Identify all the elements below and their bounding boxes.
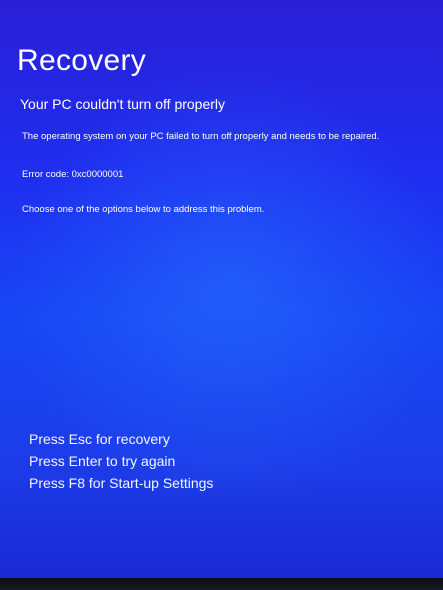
monitor-bezel [0,578,443,590]
option-esc-recovery[interactable]: Press Esc for recovery [29,428,213,450]
option-f8-startup-settings[interactable]: Press F8 for Start-up Settings [29,472,213,494]
recovery-screen: Recovery Your PC couldn't turn off prope… [0,0,443,578]
page-title: Recovery [17,44,147,77]
error-heading: Your PC couldn't turn off properly [20,96,226,112]
option-enter-try-again[interactable]: Press Enter to try again [29,450,213,472]
error-description: The operating system on your PC failed t… [22,131,380,142]
error-code: Error code: 0xc0000001 [22,169,124,180]
instruction-text: Choose one of the options below to addre… [22,204,265,215]
recovery-options: Press Esc for recovery Press Enter to tr… [29,428,213,494]
